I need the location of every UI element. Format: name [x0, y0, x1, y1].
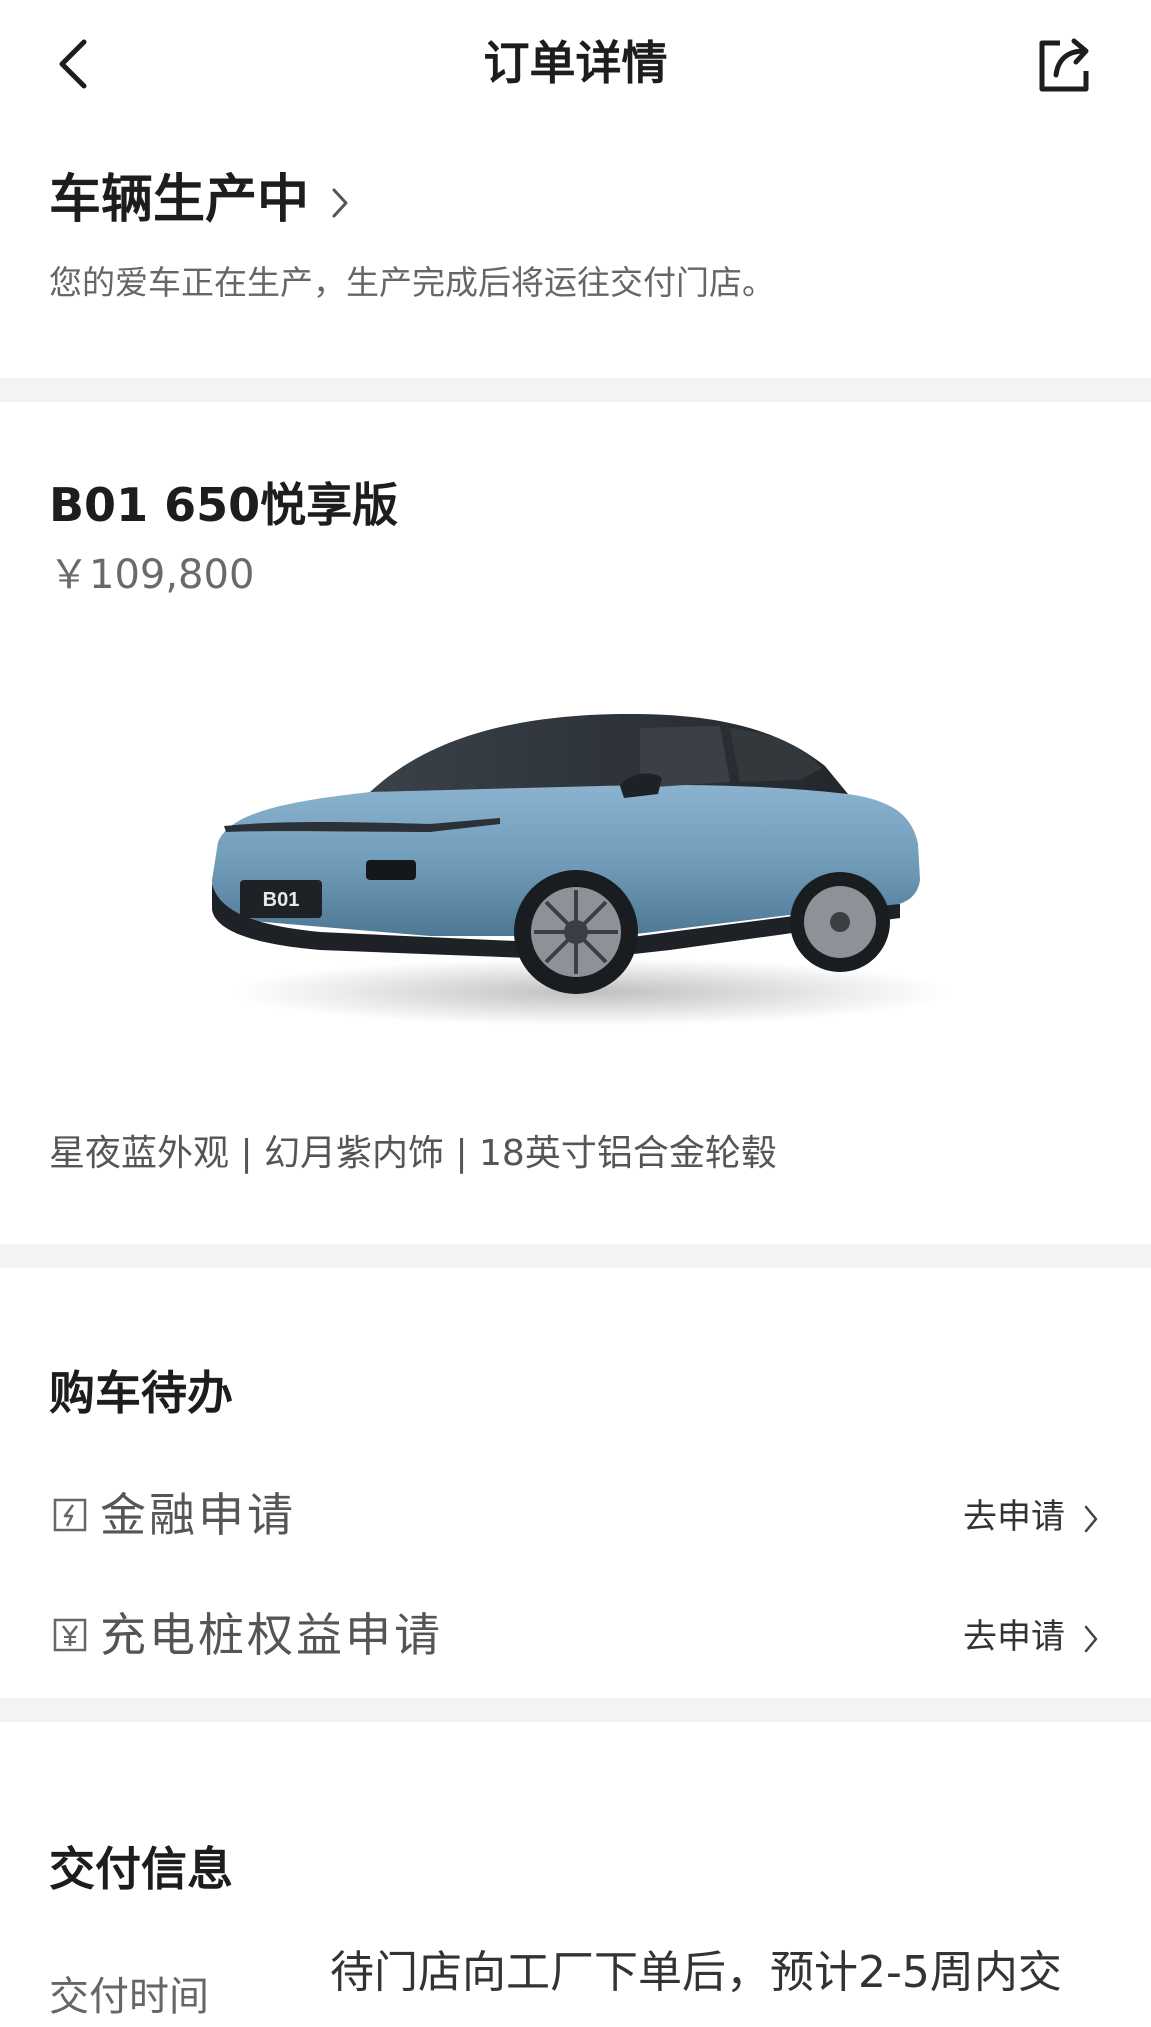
apply-link-label: 去申请: [963, 1617, 1065, 1657]
apply-link-label: 去申请: [963, 1497, 1065, 1537]
delivery-time-label: 交付时间: [49, 1974, 209, 2020]
chevron-right-icon: [332, 188, 348, 218]
car-info-section: B01 650悦享版 ￥109,800 B01 星夜蓝外观 | 幻月紫内饰 | …: [0, 402, 1151, 1244]
yuan-icon: [53, 1618, 87, 1652]
status-title: 车辆生产中: [49, 170, 310, 230]
todo-item-charger[interactable]: 充电桩权益申请 去申请: [0, 1584, 1151, 1684]
delivery-info-section: 交付信息 交付时间 待门店向工厂下单后，预计2-5周内交: [0, 1722, 1151, 2020]
delivery-time-value: 待门店向工厂下单后，预计2-5周内交: [330, 1947, 1062, 1998]
todo-section-title: 购车待办: [49, 1366, 233, 1420]
todo-item-label: 金融申请: [100, 1488, 296, 1542]
status-link[interactable]: 车辆生产中: [49, 162, 349, 238]
finance-icon: [53, 1498, 87, 1532]
section-divider: [0, 1698, 1151, 1722]
car-image: B01: [212, 714, 950, 1026]
chevron-right-icon: [1084, 1505, 1098, 1533]
section-divider: [0, 378, 1151, 402]
todo-item-finance[interactable]: 金融申请 去申请: [0, 1464, 1151, 1564]
car-price: ￥109,800: [49, 552, 255, 598]
top-nav-bar: 订单详情: [0, 0, 1151, 128]
todo-item-label: 充电桩权益申请: [100, 1608, 443, 1662]
delivery-section-title: 交付信息: [49, 1842, 233, 1896]
car-model-name: B01 650悦享版: [49, 478, 399, 532]
section-divider: [0, 1244, 1151, 1268]
order-status-section: 车辆生产中 您的爱车正在生产，生产完成后将运往交付门店。: [0, 128, 1151, 378]
share-icon: [1039, 38, 1089, 92]
purchase-todo-section: 购车待办 金融申请 去申请 充电桩权益申请 去申请: [0, 1268, 1151, 1698]
car-badge-text: B01: [263, 889, 300, 911]
chevron-right-icon: [1084, 1625, 1098, 1653]
apply-link[interactable]: 去申请: [963, 1612, 1099, 1662]
apply-link[interactable]: 去申请: [963, 1492, 1099, 1542]
page-title: 订单详情: [483, 36, 668, 90]
car-specs: 星夜蓝外观 | 幻月紫内饰 | 18英寸铝合金轮毂: [49, 1133, 777, 1174]
status-description: 您的爱车正在生产，生产完成后将运往交付门店。: [49, 263, 775, 302]
share-button[interactable]: [1029, 30, 1099, 100]
